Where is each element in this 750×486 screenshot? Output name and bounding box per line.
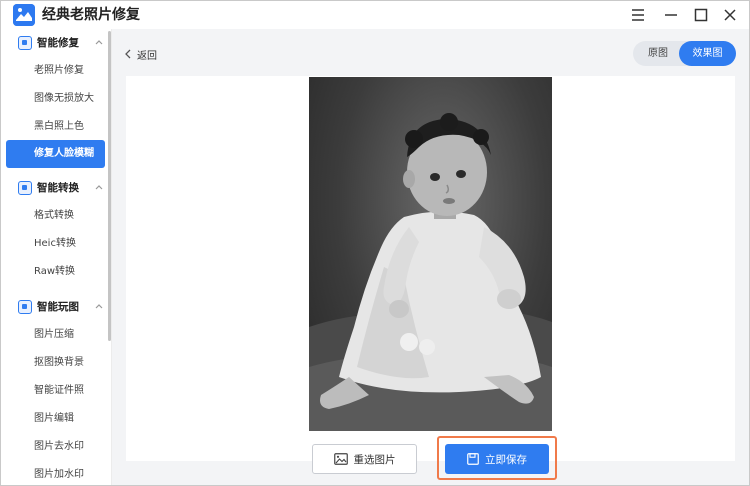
back-button[interactable]: 返回: [124, 45, 157, 63]
image-tools-icon: [18, 300, 32, 314]
close-icon[interactable]: [719, 4, 741, 26]
save-icon: [467, 453, 479, 465]
app-title: 经典老照片修复: [42, 7, 140, 23]
sidebar-item-label: Raw转换: [34, 266, 76, 277]
app-window: 经典老照片修复 智能修复 老照片修复 图像无损放大 黑白照上色 修复人脸模糊 智…: [0, 0, 750, 486]
sidebar-item-label: 图像无损放大: [34, 93, 94, 104]
sidebar-item-cutout-background[interactable]: 抠图换背景: [6, 349, 105, 377]
menu-icon[interactable]: [627, 4, 649, 26]
sidebar-scrollbar[interactable]: [108, 31, 111, 341]
maximize-icon[interactable]: [690, 4, 712, 26]
baby-photo-image: [309, 113, 552, 431]
app-logo-icon: [13, 4, 35, 26]
sidebar-item-label: 格式转换: [34, 210, 74, 221]
tab-effect[interactable]: 效果图: [679, 41, 736, 66]
chevron-up-icon: [95, 304, 103, 309]
sidebar-item-label: 图片编辑: [34, 413, 74, 424]
sidebar-item-face-deblur[interactable]: 修复人脸模糊: [6, 140, 105, 168]
sidebar-item-label: 修复人脸模糊: [34, 148, 94, 159]
sidebar-item-heic-convert[interactable]: Heic转换: [6, 230, 105, 258]
save-label: 立即保存: [485, 453, 527, 466]
sidebar-item-label: Heic转换: [34, 238, 76, 249]
sidebar: 智能修复 老照片修复 图像无损放大 黑白照上色 修复人脸模糊 智能转换 格式转换…: [1, 29, 112, 485]
reselect-label: 重选图片: [353, 453, 396, 466]
group-label: 智能玩图: [37, 301, 79, 313]
view-toggle: 原图 效果图: [633, 41, 736, 66]
image-repair-icon: [18, 36, 32, 50]
format-convert-icon: [18, 181, 32, 195]
sidebar-item-lossless-upscale[interactable]: 图像无损放大: [6, 85, 105, 113]
chevron-left-icon: [125, 49, 131, 59]
sidebar-item-label: 抠图换背景: [34, 357, 84, 368]
sidebar-group-smart-convert[interactable]: 智能转换: [1, 174, 107, 202]
back-label: 返回: [137, 50, 157, 62]
tab-original[interactable]: 原图: [633, 41, 683, 66]
main-panel: 返回 原图 效果图 重选图片 立即保存: [112, 29, 749, 485]
sidebar-item-compress[interactable]: 图片压缩: [6, 321, 105, 349]
sidebar-item-label: 老照片修复: [34, 65, 84, 76]
sidebar-item-label: 图片加水印: [34, 469, 84, 480]
sidebar-group-smart-repair[interactable]: 智能修复: [1, 29, 107, 57]
result-photo: [309, 77, 552, 431]
sidebar-item-image-edit[interactable]: 图片编辑: [6, 405, 105, 433]
preview-canvas: [126, 76, 735, 461]
sidebar-item-label: 图片去水印: [34, 441, 84, 452]
sidebar-item-id-photo[interactable]: 智能证件照: [6, 377, 105, 405]
minimize-icon[interactable]: [660, 4, 682, 26]
sidebar-item-old-photo-repair[interactable]: 老照片修复: [6, 57, 105, 85]
group-label: 智能修复: [37, 37, 79, 49]
group-label: 智能转换: [37, 182, 79, 194]
image-icon: [333, 453, 348, 465]
sidebar-item-remove-watermark[interactable]: 图片去水印: [6, 433, 105, 461]
save-now-button[interactable]: 立即保存: [445, 444, 549, 474]
chevron-up-icon: [95, 40, 103, 45]
sidebar-item-label: 智能证件照: [34, 385, 84, 396]
sidebar-item-label: 黑白照上色: [34, 121, 84, 132]
sidebar-group-smart-image-tools[interactable]: 智能玩图: [1, 293, 107, 321]
reselect-image-button[interactable]: 重选图片: [312, 444, 417, 474]
sidebar-item-label: 图片压缩: [34, 329, 74, 340]
sidebar-item-add-watermark[interactable]: 图片加水印: [6, 461, 105, 485]
sidebar-item-raw-convert[interactable]: Raw转换: [6, 258, 105, 286]
title-bar: 经典老照片修复: [1, 1, 749, 29]
chevron-up-icon: [95, 185, 103, 190]
sidebar-item-format-convert[interactable]: 格式转换: [6, 202, 105, 230]
sidebar-item-colorize[interactable]: 黑白照上色: [6, 113, 105, 141]
